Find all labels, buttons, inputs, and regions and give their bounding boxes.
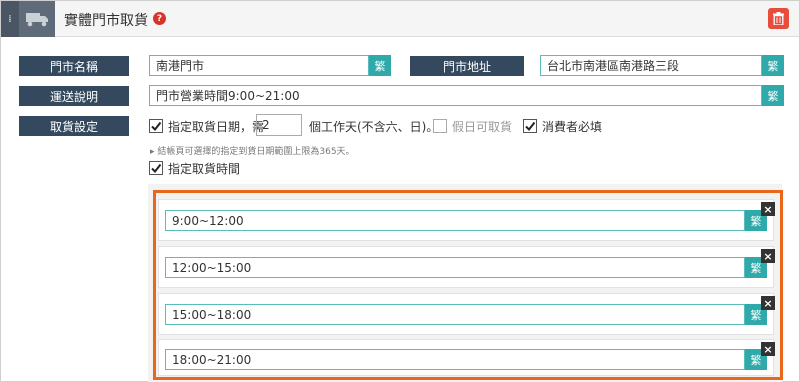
working-days-input[interactable]: 2	[256, 114, 302, 136]
pickup-time-label: 指定取貨時間	[168, 162, 241, 176]
date-range-note: ▸ 結帳頁可選擇的指定到貨日期範圍上限為365天。	[150, 147, 355, 157]
time-slot-input[interactable]: 9:00~12:00	[165, 210, 745, 231]
delivery-note-input[interactable]: 門市營業時間9:00~21:00	[149, 85, 762, 106]
delete-button[interactable]	[768, 8, 789, 29]
page-title: 實體門市取貨	[64, 13, 148, 29]
working-days-suffix: 個工作天(不含六、日)。	[309, 120, 439, 134]
help-icon[interactable]: ?	[153, 12, 166, 25]
store-address-translate-button[interactable]: 繁	[762, 55, 784, 76]
checkmark-icon	[151, 163, 162, 174]
store-name-input[interactable]: 南港門市	[149, 55, 369, 76]
delivery-note-translate-button[interactable]: 繁	[762, 85, 784, 106]
remove-slot-icon[interactable]: ×	[761, 342, 775, 356]
required-label: 消費者必填	[542, 120, 603, 134]
checkmark-icon	[525, 121, 536, 132]
time-slot-input[interactable]: 18:00~21:00	[165, 349, 745, 370]
holiday-pickup-label: 假日可取貨	[452, 120, 513, 134]
store-name-label: 門市名稱	[19, 56, 129, 76]
trash-icon	[773, 12, 784, 25]
remove-slot-icon[interactable]: ×	[761, 202, 775, 216]
checkmark-icon	[151, 121, 162, 132]
remove-slot-icon[interactable]: ×	[761, 249, 775, 263]
delivery-note-label: 運送說明	[19, 86, 129, 106]
truck-icon	[19, 1, 55, 37]
remove-slot-icon[interactable]: ×	[761, 296, 775, 310]
store-address-input[interactable]: 台北市南港區南港路三段	[540, 55, 762, 76]
pickup-settings-label: 取貨設定	[19, 116, 129, 136]
store-name-translate-button[interactable]: 繁	[369, 55, 391, 76]
time-slot-input[interactable]: 15:00~18:00	[165, 304, 745, 325]
pickup-time-checkbox[interactable]	[149, 161, 163, 175]
holiday-pickup-checkbox[interactable]	[433, 119, 447, 133]
pickup-date-label: 指定取貨日期，需	[168, 120, 265, 134]
store-address-label: 門市地址	[410, 56, 524, 76]
drag-handle-icon[interactable]: ⁞	[1, 1, 19, 37]
pickup-date-checkbox[interactable]	[149, 119, 163, 133]
time-slot-input[interactable]: 12:00~15:00	[165, 257, 745, 278]
required-checkbox[interactable]	[523, 119, 537, 133]
